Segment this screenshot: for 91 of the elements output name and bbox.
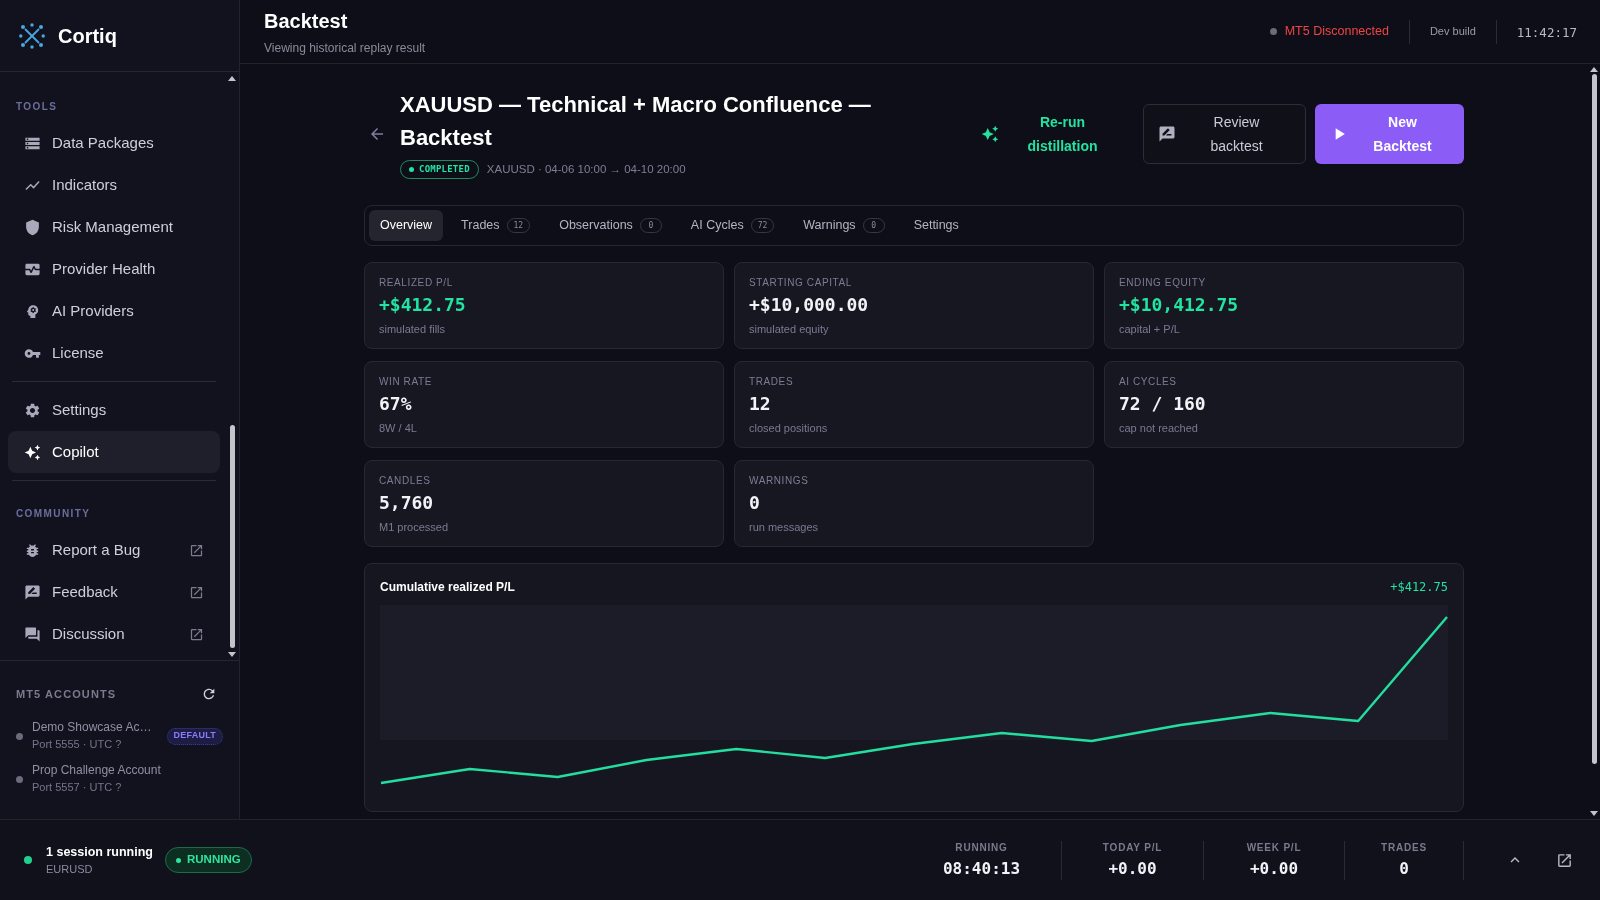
stat-label: WARNINGS	[749, 475, 810, 487]
refresh-icon[interactable]	[201, 686, 217, 702]
stat-note: simulated fills	[379, 322, 447, 336]
stat-value: 12	[749, 393, 772, 415]
stat-value: +$412.75	[379, 294, 467, 316]
stat-value: 08:40:13	[942, 858, 1021, 879]
status-label: COMPLETED	[419, 162, 470, 176]
brand-name: Cortiq	[58, 23, 117, 49]
stat-value: 0	[1399, 858, 1409, 879]
stat-label: TRADES	[749, 376, 795, 388]
stat-note: capital + P/L	[1119, 322, 1181, 336]
stat-label: WEEK P/L	[1246, 841, 1302, 854]
tab[interactable]: AI Cycles 72	[679, 210, 786, 241]
stat-value: +$10,412.75	[1119, 294, 1240, 316]
sidebar-item[interactable]: Data Packages	[8, 122, 220, 164]
section-heading: COMMUNITY	[16, 508, 92, 520]
stat-note: simulated equity	[749, 322, 830, 336]
stat-note: run messages	[749, 520, 820, 534]
section-heading: TOOLS	[16, 101, 59, 113]
scroll-down-icon[interactable]	[1590, 811, 1598, 816]
page-title: Backtest	[264, 9, 349, 33]
stat-label: ENDING EQUITY	[1119, 277, 1207, 289]
stat-label: CANDLES	[379, 475, 432, 487]
sidebar-item[interactable]: Provider Health	[8, 248, 220, 290]
sidebar-item[interactable]: Risk Management	[8, 206, 220, 248]
chart-title: Cumulative realized P/L	[380, 580, 515, 594]
clock: 11:42:17	[1516, 23, 1577, 42]
account-detail: Port 5555 · UTC ?	[32, 737, 123, 752]
sidebar-item[interactable]: Settings	[8, 389, 220, 431]
session-symbol: EURUSD	[46, 862, 94, 876]
stat-label: AI CYCLES	[1119, 376, 1178, 388]
stat-note: closed positions	[749, 421, 829, 435]
chart-total: +$412.75	[1390, 580, 1448, 594]
settings-icon	[24, 401, 41, 419]
default-badge: DEFAULT	[166, 727, 223, 745]
external-link-icon[interactable]	[1556, 851, 1573, 869]
sidebar-item[interactable]: Indicators	[8, 164, 220, 206]
tab[interactable]: Overview	[369, 210, 444, 241]
scroll-up-icon[interactable]	[1590, 67, 1598, 72]
run-meta: XAUUSD · 04-06 10:00 → 04-10 20:00	[486, 161, 686, 177]
chat-bubbles-icon	[24, 625, 41, 643]
stat-label: RUNNING	[955, 841, 1008, 854]
sparkle-icon	[981, 124, 999, 143]
scroll-up-icon[interactable]	[228, 76, 236, 81]
rerun-button[interactable]: Re-run distillation	[969, 103, 1134, 164]
sparkle-icon	[24, 443, 41, 461]
stat-value: 0	[749, 492, 761, 514]
scrollbar-thumb[interactable]	[229, 425, 235, 648]
stat-label: REALIZED P/L	[379, 277, 454, 289]
tab[interactable]: Settings	[902, 210, 970, 241]
stat-label: WIN RATE	[379, 376, 433, 388]
account-name: Prop Challenge Account	[32, 762, 161, 779]
stat-value: 5,760	[379, 492, 435, 514]
comment-edit-icon	[24, 583, 41, 601]
new-backtest-button[interactable]: New Backtest	[1315, 103, 1464, 164]
sidebar-item[interactable]: Discussion	[8, 613, 220, 655]
sidebar-item[interactable]: License	[8, 332, 220, 374]
stat-label: STARTING CAPITAL	[749, 277, 853, 289]
shield-icon	[24, 218, 41, 236]
stat-note: M1 processed	[379, 520, 450, 534]
stat-value: +0.00	[1249, 858, 1299, 879]
review-button[interactable]: Review backtest	[1143, 103, 1306, 164]
stat-label: TODAY P/L	[1102, 841, 1163, 854]
page-subtitle: Viewing historical replay result	[264, 40, 426, 56]
stat-value: 67%	[379, 393, 413, 415]
status-label: RUNNING	[186, 852, 241, 868]
account-detail: Port 5557 · UTC ?	[32, 780, 123, 795]
stat-label: TRADES	[1381, 841, 1427, 854]
scroll-down-icon[interactable]	[228, 652, 236, 657]
brain-head-icon	[24, 302, 41, 320]
stat-value: +$10,000.00	[749, 294, 870, 316]
tab[interactable]: Trades 12	[450, 210, 542, 241]
sidebar-item[interactable]: Feedback	[8, 571, 220, 613]
session-title: 1 session running	[46, 844, 153, 860]
scrollbar-thumb[interactable]	[1591, 74, 1597, 764]
tab[interactable]: Warnings 0	[792, 210, 896, 241]
sidebar-item[interactable]: Report a Bug	[8, 529, 220, 571]
comment-edit-icon	[1158, 124, 1176, 143]
stat-note: cap not reached	[1119, 421, 1199, 435]
logo-icon	[19, 22, 45, 49]
section-heading: MT5 ACCOUNTS	[16, 688, 117, 700]
connection-status: MT5 Disconnected	[1284, 23, 1389, 41]
stat-value: 72 / 160	[1119, 393, 1207, 415]
stat-note: 8W / 4L	[379, 421, 418, 435]
backtest-title: XAUUSD — Technical + Macro Confluence — Backtest	[400, 91, 872, 152]
stat-value: +0.00	[1108, 858, 1157, 879]
sidebar-item[interactable]: AI Providers	[8, 290, 220, 332]
sidebar-item[interactable]: Copilot	[8, 431, 220, 473]
build-label: Dev build	[1429, 24, 1476, 40]
account-name: Demo Showcase Ac…	[32, 719, 152, 736]
tab[interactable]: Observations 0	[548, 210, 673, 241]
